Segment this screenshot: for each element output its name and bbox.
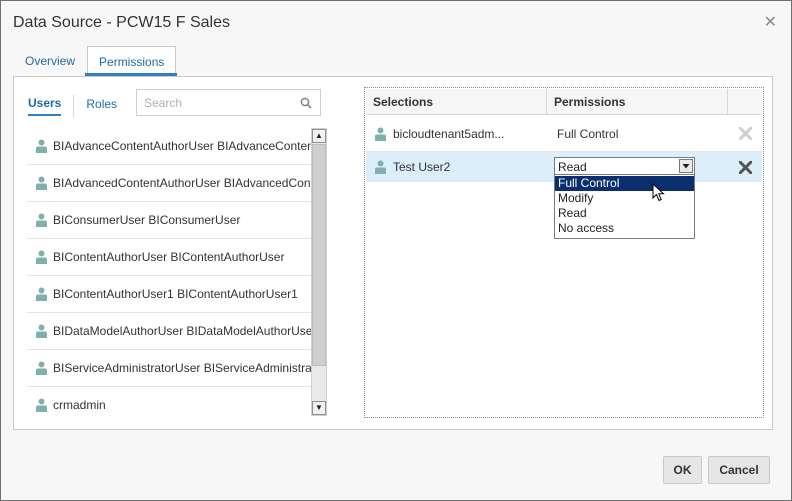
data-source-dialog: Data Source - PCW15 F Sales ✕ Overview P… xyxy=(0,0,792,501)
search-box xyxy=(136,89,321,116)
user-label: BIContentAuthorUser BIContentAuthorUser xyxy=(53,250,285,264)
user-label: BIConsumerUser BIConsumerUser xyxy=(53,213,241,227)
list-item[interactable]: BIAdvanceContentAuthorUser BIAdvanceCont… xyxy=(27,128,311,165)
list-item[interactable]: BIContentAuthorUser BIContentAuthorUser xyxy=(27,239,311,276)
user-label: BIServiceAdministratorUser BIServiceAdmi… xyxy=(53,361,311,375)
option-full-control[interactable]: Full Control xyxy=(555,176,694,191)
tab-overview[interactable]: Overview xyxy=(13,45,87,76)
permissions-panel: Users Roles BIAdvanceContentAuthorUser B… xyxy=(13,76,773,430)
dialog-title: Data Source - PCW15 F Sales xyxy=(13,14,230,31)
divider xyxy=(73,95,75,117)
user-icon xyxy=(375,127,386,141)
selections-header: Selections Permissions xyxy=(366,89,762,115)
option-no-access[interactable]: No access xyxy=(555,221,694,236)
selection-label: Test User2 xyxy=(393,160,451,174)
user-list-scrollbar[interactable]: ▲ ▼ xyxy=(311,128,327,416)
selection-name: Test User2 xyxy=(366,160,547,174)
user-label: BIAdvancedContentAuthorUser BIAdvancedCo… xyxy=(53,176,311,190)
list-item[interactable]: BIContentAuthorUser1 BIContentAuthorUser… xyxy=(27,276,311,313)
list-item[interactable]: crmadmin xyxy=(27,387,311,416)
list-item[interactable]: BIDataModelAuthorUser BIDataModelAuthorU… xyxy=(27,313,311,350)
permission-dropdown: Full Control Modify Read No access xyxy=(554,174,695,239)
permissions-column-header: Permissions xyxy=(547,89,728,114)
delete-icon[interactable] xyxy=(728,160,762,174)
user-icon xyxy=(36,176,47,190)
ok-button[interactable]: OK xyxy=(663,456,702,484)
selection-row[interactable]: bicloudtenant5adm... Full Control xyxy=(366,116,762,152)
chevron-down-icon[interactable] xyxy=(679,159,693,173)
user-role-tabs: Users Roles xyxy=(28,95,117,117)
option-modify[interactable]: Modify xyxy=(555,191,694,206)
user-icon xyxy=(36,398,47,412)
search-icon[interactable] xyxy=(300,97,312,112)
user-label: BIAdvanceContentAuthorUser BIAdvanceCont… xyxy=(53,139,311,153)
selections-panel: Selections Permissions bicloudtenant5adm… xyxy=(364,87,764,418)
tab-users[interactable]: Users xyxy=(28,96,62,116)
permission-select-value: Read xyxy=(558,160,587,174)
list-item[interactable]: BIServiceAdministratorUser BIServiceAdmi… xyxy=(27,350,311,387)
user-icon xyxy=(36,324,47,338)
selection-name: bicloudtenant5adm... xyxy=(366,127,547,141)
user-label: crmadmin xyxy=(53,398,106,412)
search-input[interactable] xyxy=(137,90,287,115)
user-icon xyxy=(375,160,386,174)
cancel-button[interactable]: Cancel xyxy=(708,456,770,484)
selections-column-header: Selections xyxy=(366,89,547,114)
tab-roles[interactable]: Roles xyxy=(86,97,117,115)
option-read[interactable]: Read xyxy=(555,206,694,221)
user-icon xyxy=(36,361,47,375)
permission-select[interactable]: Read xyxy=(554,157,695,175)
user-icon xyxy=(36,287,47,301)
mouse-cursor-icon xyxy=(652,182,665,206)
dialog-tabs: Overview Permissions xyxy=(13,45,177,77)
scroll-up-icon[interactable]: ▲ xyxy=(312,129,326,143)
list-item[interactable]: BIAdvancedContentAuthorUser BIAdvancedCo… xyxy=(27,165,311,202)
delete-icon[interactable] xyxy=(728,127,762,140)
list-item[interactable]: BIConsumerUser BIConsumerUser xyxy=(27,202,311,239)
user-label: BIDataModelAuthorUser BIDataModelAuthorU… xyxy=(53,324,311,338)
user-list: BIAdvanceContentAuthorUser BIAdvanceCont… xyxy=(27,128,311,416)
scroll-down-icon[interactable]: ▼ xyxy=(312,401,326,415)
user-label: BIContentAuthorUser1 BIContentAuthorUser… xyxy=(53,287,298,301)
delete-column-header xyxy=(728,89,762,114)
user-icon xyxy=(36,139,47,153)
close-icon[interactable]: ✕ xyxy=(764,12,777,32)
selection-label: bicloudtenant5adm... xyxy=(393,126,505,141)
permission-value[interactable]: Full Control xyxy=(547,127,728,141)
user-icon xyxy=(36,213,47,227)
user-icon xyxy=(36,250,47,264)
scrollbar-thumb[interactable] xyxy=(312,144,326,366)
